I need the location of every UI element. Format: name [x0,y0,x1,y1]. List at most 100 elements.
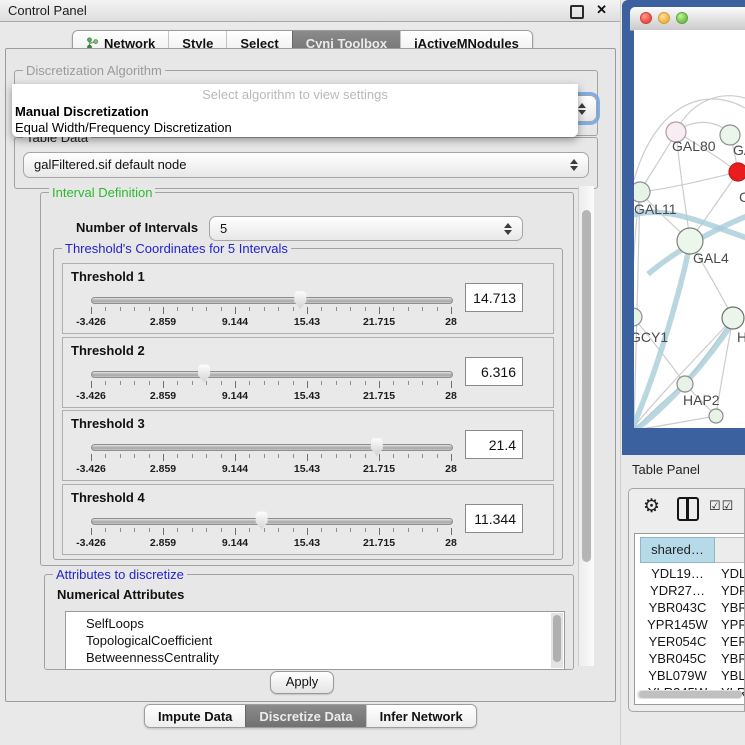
table-row[interactable]: YDR27…YDR2 [635,582,744,599]
tick-mark [177,381,178,385]
num-intervals-combobox[interactable]: 5 [209,216,523,241]
threshold-value-field[interactable]: 21.4 [465,430,523,459]
algorithm-dropdown-hint: Select algorithm to view settings [12,87,578,102]
tick-mark [192,381,193,385]
threshold-value-field[interactable]: 14.713 [465,283,523,312]
network-window-titlebar [630,7,745,31]
tab-label: Impute Data [158,709,232,724]
tick-mark [235,528,236,535]
algorithm-option-manual-discretization[interactable]: Manual Discretization [14,104,576,120]
table-header: shared… na [635,537,744,563]
threshold-slider-track[interactable] [91,297,453,304]
tick-mark [422,528,423,532]
attributes-groupbox: Attributes to discretize Numerical Attri… [44,574,574,670]
threshold-panel-2: Threshold 2-3.4262.8599.14415.4321.71528… [62,337,554,408]
tick-mark [422,454,423,458]
network-node-h[interactable] [722,307,744,329]
gear-icon[interactable]: ⚙ [643,495,660,518]
tick-mark [235,454,236,461]
combo-arrows-icon [578,103,586,115]
table-row[interactable]: YBL079WYBL0 [635,667,744,684]
tick-mark [163,528,164,535]
tick-mark [393,307,394,311]
threshold-value-field[interactable]: 11.344 [465,504,523,533]
tab-infer-network[interactable]: Infer Network [366,705,476,727]
network-node-hap2[interactable] [677,376,693,392]
tick-mark [120,381,121,385]
algorithm-option-equal-width-frequency-discretization[interactable]: Equal Width/Frequency Discretization [14,120,576,136]
table-row[interactable]: YDL19…YDL1 [635,565,744,582]
threshold-slider-track[interactable] [91,518,453,525]
slider-tick-labels: -3.4262.8599.14415.4321.71528 [91,463,451,475]
minimize-traffic-light[interactable] [658,12,670,24]
tick-mark [393,454,394,458]
close-traffic-light[interactable] [640,12,652,24]
tick-label: 15.43 [294,537,320,549]
tick-mark [264,307,265,311]
column-header-name[interactable]: na [715,537,744,563]
tab-impute-data[interactable]: Impute Data [145,705,245,727]
list-item-topologicalcoefficient[interactable]: TopologicalCoefficient [66,632,564,649]
threshold-slider-track[interactable] [91,371,453,378]
table-row[interactable]: YBR045CYBR0 [635,650,744,667]
network-node-red[interactable] [729,163,745,181]
tab-discretize-data[interactable]: Discretize Data [245,705,365,727]
tick-mark [393,381,394,385]
tick-label: 2.859 [150,463,176,475]
table-data-combobox[interactable]: galFiltered.sif default node [23,152,589,178]
cell-shared-name: YDL19… [640,565,715,582]
tick-mark [379,307,380,314]
settings-scrollbar[interactable] [578,186,594,666]
threshold-value-field[interactable]: 6.316 [465,357,523,386]
tick-label: 28 [445,390,457,402]
control-panel: Control Panel ✕ NetworkStyleSelectCyni T… [0,0,621,745]
network-node-bottom-partial[interactable] [709,409,723,423]
table-row[interactable]: YER054CYER0 [635,633,744,650]
scrollbar-thumb[interactable] [639,691,742,698]
table-row[interactable]: YBR043CYBR0 [635,599,744,616]
tick-mark [163,454,164,461]
tick-mark [264,528,265,532]
column-header-shared-name[interactable]: shared… [640,537,715,563]
tick-mark [451,454,452,461]
threshold-slider-track[interactable] [91,444,453,451]
float-window-icon[interactable] [570,5,584,19]
tick-mark [235,307,236,314]
tick-mark [120,307,121,311]
tick-mark [91,454,92,461]
table-hscrollbar[interactable] [637,690,742,699]
tick-mark [249,381,250,385]
algorithm-group-title: Discretization Algorithm [23,63,165,78]
threshold-label: Threshold 1 [71,269,145,284]
tick-mark [163,307,164,314]
threshold-label: Threshold 4 [71,490,145,505]
control-panel-titlebar: Control Panel ✕ [0,0,620,22]
table-row[interactable]: YPR145WYPR1 [635,616,744,633]
network-node-gcy1[interactable] [634,308,642,326]
network-canvas[interactable]: GAL80GACGAL11GAL4GCY1HHAP2 [634,30,745,428]
attributes-listbox[interactable]: SelfLoopsTopologicalCoefficientBetweenne… [65,611,565,670]
select-columns-icons[interactable]: ☑☑ [709,498,734,514]
scrollbar-thumb[interactable] [582,210,591,562]
scrollbar-thumb[interactable] [553,615,561,662]
tick-mark [379,454,380,461]
close-icon[interactable]: ✕ [596,2,607,18]
interval-definition-groupbox: Interval Definition Number of Intervals … [40,192,574,566]
list-item-selfloops[interactable]: SelfLoops [66,615,564,632]
tick-mark [192,528,193,532]
attributes-list-scrollbar[interactable] [551,613,563,668]
table-row[interactable]: YIL052CYIL0 [635,701,744,702]
cell-shared-name: YBR045C [640,650,715,667]
cell-name: YIL0 [721,701,744,702]
combo-arrows-icon [504,223,512,235]
apply-button[interactable]: Apply [270,671,334,694]
network-node-gal11[interactable] [634,182,650,202]
list-item-betweennesscentrality[interactable]: BetweennessCentrality [66,649,564,666]
tick-mark [293,454,294,458]
column-layout-icon[interactable] [677,497,699,521]
tab-label: Discretize Data [259,709,352,724]
table-data-value: galFiltered.sif default node [34,157,186,172]
zoom-traffic-light[interactable] [676,12,688,24]
tick-mark [105,454,106,458]
network-node-label: GAL80 [672,138,716,154]
